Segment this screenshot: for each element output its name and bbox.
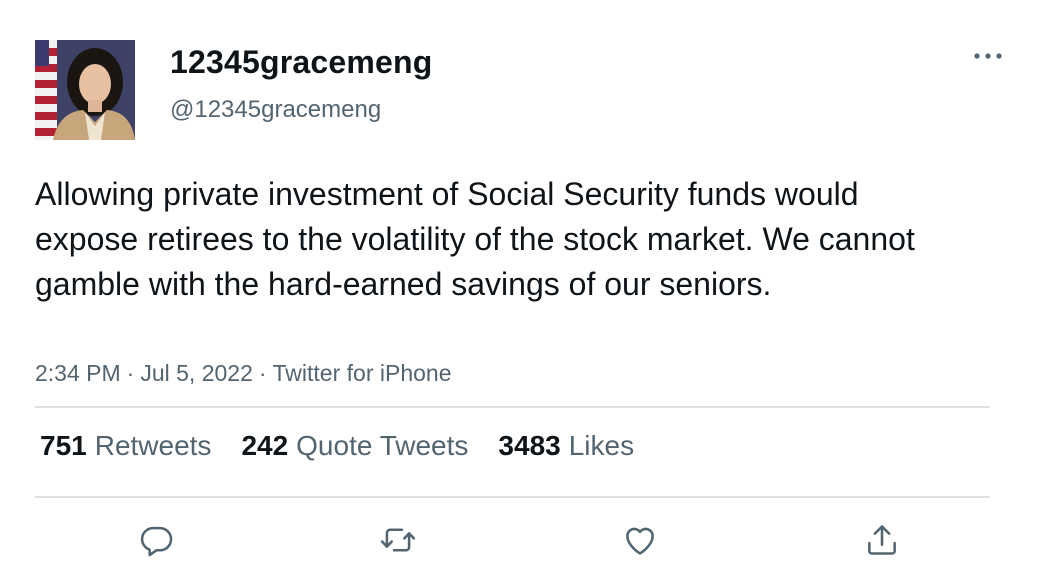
meta-separator: · bbox=[258, 360, 267, 386]
tweet-date[interactable]: Jul 5, 2022 bbox=[140, 360, 253, 386]
heart-icon bbox=[626, 527, 654, 555]
quote-tweets-count: 242 bbox=[241, 430, 289, 461]
divider bbox=[35, 496, 990, 498]
retweet-button[interactable] bbox=[376, 518, 420, 562]
meta-separator: · bbox=[126, 360, 135, 386]
reply-button[interactable] bbox=[134, 518, 178, 562]
like-button[interactable] bbox=[618, 518, 662, 562]
quote-tweets-label: Quote Tweets bbox=[296, 430, 469, 461]
display-name[interactable]: 12345gracemeng bbox=[170, 44, 433, 81]
retweets-label: Retweets bbox=[94, 430, 212, 461]
avatar[interactable] bbox=[35, 40, 135, 140]
share-icon bbox=[868, 525, 896, 555]
likes-count: 3483 bbox=[498, 430, 561, 461]
more-options-button[interactable] bbox=[968, 42, 1008, 70]
likes-label: Likes bbox=[568, 430, 635, 461]
tweet-time[interactable]: 2:34 PM bbox=[35, 360, 121, 386]
tweet-card: 12345gracemeng @12345gracemeng Allowing … bbox=[0, 0, 1050, 570]
share-button[interactable] bbox=[860, 518, 904, 562]
more-horizontal-icon bbox=[974, 53, 1002, 59]
user-handle[interactable]: @12345gracemeng bbox=[170, 96, 381, 124]
likes-stat[interactable]: 3483 Likes bbox=[498, 430, 634, 462]
reply-icon bbox=[140, 526, 173, 557]
tweet-text: Allowing private investment of Social Se… bbox=[35, 176, 924, 302]
retweets-count: 751 bbox=[40, 430, 87, 461]
retweet-icon bbox=[380, 528, 416, 552]
retweets-stat[interactable]: 751 Retweets bbox=[40, 430, 211, 462]
tweet-source[interactable]: Twitter for iPhone bbox=[273, 360, 452, 386]
engagement-stats: 751 Retweets 242 Quote Tweets 3483 Likes bbox=[40, 430, 664, 462]
avatar-image bbox=[35, 40, 135, 140]
divider bbox=[35, 406, 990, 408]
quote-tweets-stat[interactable]: 242 Quote Tweets bbox=[241, 430, 468, 462]
tweet-metadata: 2:34 PM · Jul 5, 2022 · Twitter for iPhone bbox=[35, 360, 452, 387]
